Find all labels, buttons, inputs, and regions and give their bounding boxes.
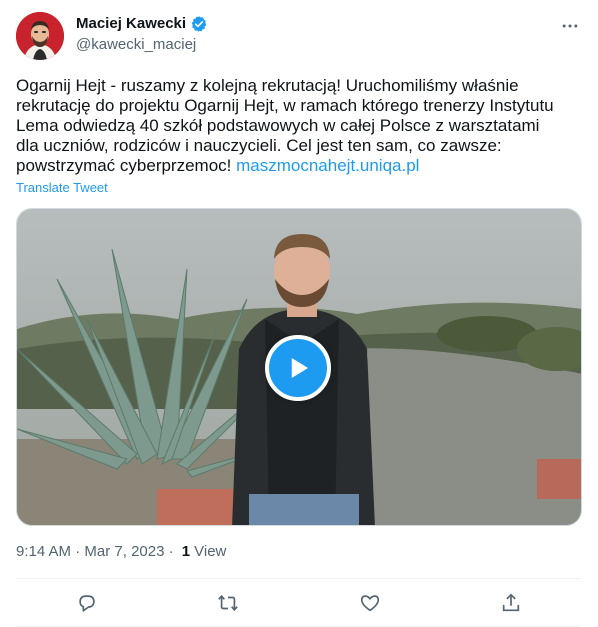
share-icon — [503, 593, 520, 612]
tweet-meta: 9:14 AM · Mar 7, 2023 · 1 View — [16, 543, 226, 560]
action-bar — [16, 584, 582, 622]
author-info: Maciej Kawecki @kawecki_maciej — [76, 14, 208, 55]
play-button[interactable] — [265, 335, 331, 401]
reply-button[interactable] — [68, 584, 106, 622]
author-handle[interactable]: @kawecki_maciej — [76, 35, 208, 55]
views-label: View — [194, 543, 227, 560]
tweet-date[interactable]: Mar 7, 2023 — [84, 543, 164, 560]
meta-separator: · — [164, 543, 178, 560]
verified-badge-icon[interactable] — [190, 15, 208, 33]
tweet-text: Ogarnij Hejt - ruszamy z kolejną rekruta… — [16, 76, 582, 176]
author-name-row: Maciej Kawecki — [76, 14, 208, 34]
video-player[interactable] — [16, 208, 582, 526]
translate-tweet-link[interactable]: Translate Tweet — [16, 180, 108, 195]
avatar[interactable] — [16, 12, 64, 60]
retweet-button[interactable] — [209, 584, 247, 622]
author-name[interactable]: Maciej Kawecki — [76, 14, 186, 34]
meta-separator: · — [71, 543, 85, 560]
more-options-icon[interactable] — [558, 14, 582, 38]
tweet-time[interactable]: 9:14 AM — [16, 543, 71, 560]
divider — [16, 578, 582, 579]
retweet-icon — [218, 594, 239, 612]
tweet-link[interactable]: maszmocnahejt.uniqa.pl — [236, 156, 419, 175]
like-button[interactable] — [351, 584, 389, 622]
views-count: 1 — [181, 543, 191, 560]
share-button[interactable] — [492, 584, 530, 622]
like-icon — [360, 595, 379, 612]
reply-icon — [79, 595, 95, 612]
play-icon — [291, 358, 308, 378]
tweet: Maciej Kawecki @kawecki_maciej Ogarnij H… — [0, 0, 598, 627]
